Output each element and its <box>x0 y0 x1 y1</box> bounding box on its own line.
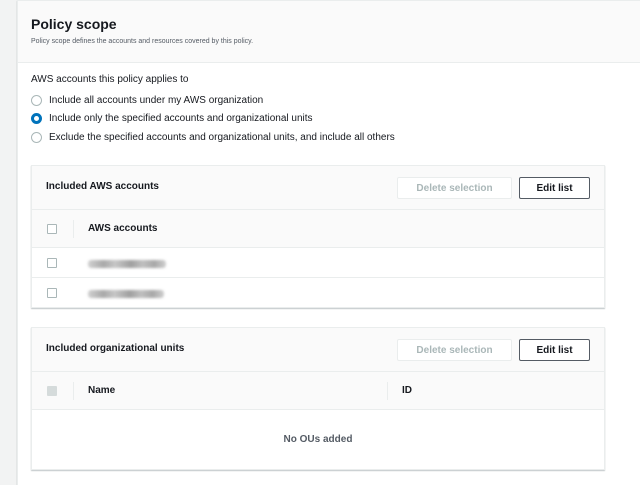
radio-button-checked[interactable] <box>31 112 42 124</box>
table-title: Included organizational units <box>46 343 185 354</box>
included-accounts-table: Included AWS accounts Delete selection E… <box>31 165 605 308</box>
radio-label: Exclude the specified accounts and organ… <box>49 131 395 143</box>
delete-selection-button[interactable]: Delete selection <box>397 177 512 199</box>
delete-selection-button[interactable]: Delete selection <box>397 339 512 361</box>
redacted-account-id <box>88 260 166 268</box>
table-row[interactable] <box>32 248 604 278</box>
column-divider <box>387 382 388 400</box>
edit-list-button[interactable]: Edit list <box>519 177 590 199</box>
accounts-field-label: AWS accounts this policy applies to <box>31 74 189 85</box>
panel-header: Policy scope Policy scope defines the ac… <box>18 1 640 63</box>
column-header-id[interactable]: ID <box>402 385 412 396</box>
column-header-name[interactable]: Name <box>88 385 115 396</box>
table-header: Included AWS accounts Delete selection E… <box>32 166 604 210</box>
radio-label: Include only the specified accounts and … <box>49 112 313 124</box>
radio-include-specified[interactable]: Include only the specified accounts and … <box>31 111 313 125</box>
column-header-row: AWS accounts <box>32 210 604 248</box>
row-checkbox[interactable] <box>47 288 57 298</box>
empty-state-message: No OUs added <box>283 434 353 445</box>
edit-list-button[interactable]: Edit list <box>519 339 590 361</box>
table-row[interactable] <box>32 278 604 308</box>
policy-scope-panel: Policy scope Policy scope defines the ac… <box>17 0 640 485</box>
select-all-checkbox <box>47 386 57 396</box>
select-all-checkbox[interactable] <box>47 224 57 234</box>
radio-button-unchecked[interactable] <box>31 131 42 143</box>
radio-exclude-specified[interactable]: Exclude the specified accounts and organ… <box>31 130 395 144</box>
table-header: Included organizational units Delete sel… <box>32 328 604 372</box>
radio-button-unchecked[interactable] <box>31 94 42 106</box>
table-title: Included AWS accounts <box>46 181 159 192</box>
radio-include-all[interactable]: Include all accounts under my AWS organi… <box>31 93 263 107</box>
redacted-account-id <box>88 290 164 298</box>
radio-label: Include all accounts under my AWS organi… <box>49 94 264 106</box>
column-divider <box>73 220 74 238</box>
column-header-aws-accounts[interactable]: AWS accounts <box>88 223 157 234</box>
panel-title: Policy scope <box>31 16 117 32</box>
panel-description: Policy scope defines the accounts and re… <box>31 38 254 45</box>
column-divider <box>73 382 74 400</box>
included-ous-table: Included organizational units Delete sel… <box>31 327 605 470</box>
row-checkbox[interactable] <box>47 258 57 268</box>
column-header-row: Name ID <box>32 372 604 410</box>
